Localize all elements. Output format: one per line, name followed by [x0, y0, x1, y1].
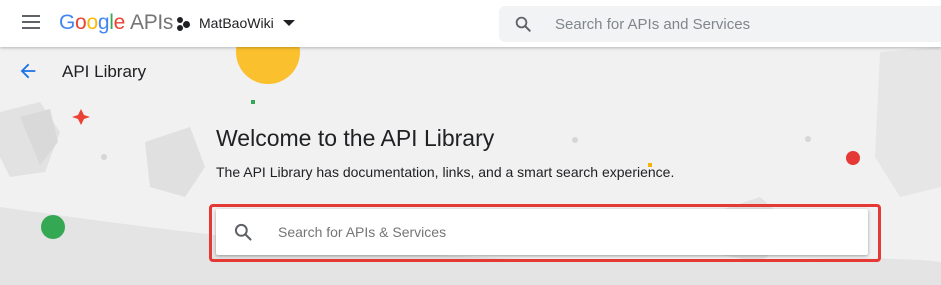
page-subtitle: The API Library has documentation, links…: [216, 164, 675, 180]
google-apis-logo[interactable]: Google APIs: [59, 11, 173, 35]
top-search-input[interactable]: [555, 6, 925, 42]
search-icon: [515, 16, 531, 32]
hamburger-menu-icon[interactable]: [22, 15, 42, 31]
logo-suffix: APIs: [129, 11, 174, 34]
project-icon: [177, 15, 193, 31]
project-selector[interactable]: MatBaoWiki: [177, 12, 295, 34]
top-app-bar: Google APIs MatBaoWiki: [0, 0, 941, 47]
welcome-heading: Welcome to the API Library: [216, 125, 495, 151]
search-icon: [234, 223, 252, 241]
caret-down-icon: [282, 20, 295, 26]
api-search-input[interactable]: [278, 209, 848, 255]
project-name: MatBaoWiki: [199, 15, 274, 31]
page-title: API Library: [62, 62, 147, 81]
api-library-page: API Library Welcome to the API Library T…: [0, 47, 941, 285]
back-arrow-icon[interactable]: [17, 60, 39, 82]
top-search-bar[interactable]: [499, 6, 941, 42]
api-search-bar[interactable]: [216, 209, 868, 255]
